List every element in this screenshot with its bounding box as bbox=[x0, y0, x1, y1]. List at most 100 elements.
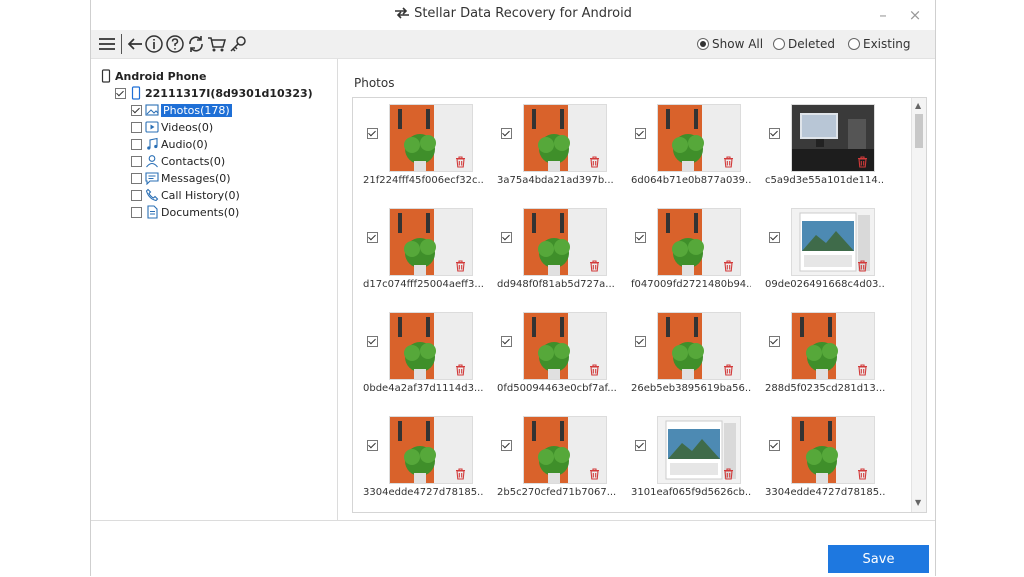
filter-existing[interactable]: Existing bbox=[848, 37, 911, 51]
help-icon[interactable] bbox=[164, 33, 186, 55]
filter-show-all[interactable]: Show All bbox=[697, 37, 763, 51]
info-icon[interactable] bbox=[143, 33, 165, 55]
tree-item-photos[interactable]: Photos(178) bbox=[131, 102, 232, 118]
photo-filename: f047009fd2721480b94... bbox=[631, 279, 751, 290]
photo-checkbox[interactable] bbox=[769, 440, 780, 451]
photo-item[interactable]: 3304edde4727d78185... bbox=[759, 412, 889, 508]
photo-checkbox[interactable] bbox=[501, 232, 512, 243]
photo-checkbox[interactable] bbox=[769, 232, 780, 243]
delete-icon[interactable] bbox=[723, 468, 734, 480]
delete-icon[interactable] bbox=[857, 364, 868, 376]
photo-checkbox[interactable] bbox=[367, 336, 378, 347]
photo-item[interactable]: 26eb5eb3895619ba56... bbox=[625, 308, 755, 404]
footer: Save bbox=[91, 520, 935, 577]
photo-item[interactable]: 21f224fff45f006ecf32c... bbox=[357, 100, 487, 196]
delete-icon[interactable] bbox=[455, 468, 466, 480]
photo-item[interactable]: f047009fd2721480b94... bbox=[625, 204, 755, 300]
delete-icon[interactable] bbox=[589, 260, 600, 272]
photo-grid: 21f224fff45f006ecf32c... 3a75a4bda21ad397… bbox=[352, 97, 927, 513]
delete-icon[interactable] bbox=[455, 156, 466, 168]
photo-filename: 288d5f0235cd281d13... bbox=[765, 383, 885, 394]
tree-device[interactable]: 22111317I(8d9301d10323) bbox=[115, 85, 313, 101]
photo-checkbox[interactable] bbox=[769, 336, 780, 347]
tree-item-messages[interactable]: Messages(0) bbox=[131, 170, 231, 186]
delete-icon[interactable] bbox=[589, 364, 600, 376]
tree-item-label: Videos(0) bbox=[161, 120, 214, 134]
photo-checkbox[interactable] bbox=[501, 128, 512, 139]
panel-title: Photos bbox=[354, 76, 395, 90]
vertical-scrollbar[interactable]: ▲ ▼ bbox=[911, 98, 926, 512]
message-icon bbox=[145, 172, 159, 185]
photo-filename: 09de026491668c4d03... bbox=[765, 279, 885, 290]
filter-deleted[interactable]: Deleted bbox=[773, 37, 835, 51]
document-icon bbox=[147, 205, 158, 219]
photo-item[interactable]: 288d5f0235cd281d13... bbox=[759, 308, 889, 404]
device-checkbox[interactable] bbox=[115, 87, 126, 99]
delete-icon[interactable] bbox=[455, 364, 466, 376]
scroll-up-icon[interactable]: ▲ bbox=[915, 101, 921, 110]
photo-checkbox[interactable] bbox=[367, 128, 378, 139]
photo-checkbox[interactable] bbox=[367, 440, 378, 451]
title-bar: Stellar Data Recovery for Android – × bbox=[91, 0, 935, 30]
photo-checkbox[interactable] bbox=[635, 336, 646, 347]
delete-icon[interactable] bbox=[589, 156, 600, 168]
radio-show-all[interactable] bbox=[697, 38, 709, 50]
photo-item[interactable]: 0fd50094463e0cbf7af... bbox=[491, 308, 621, 404]
photo-checkbox[interactable] bbox=[635, 440, 646, 451]
call-history-checkbox[interactable] bbox=[131, 189, 142, 201]
save-button[interactable]: Save bbox=[828, 545, 929, 573]
delete-icon[interactable] bbox=[857, 260, 868, 272]
key-icon[interactable] bbox=[227, 33, 249, 55]
delete-icon[interactable] bbox=[857, 468, 868, 480]
refresh-icon[interactable] bbox=[185, 33, 207, 55]
photo-item[interactable]: 3101eaf065f9d5626cb... bbox=[625, 412, 755, 508]
messages-checkbox[interactable] bbox=[131, 172, 142, 184]
menu-icon[interactable] bbox=[96, 33, 118, 55]
delete-icon[interactable] bbox=[723, 260, 734, 272]
delete-icon[interactable] bbox=[723, 156, 734, 168]
device-icon bbox=[131, 86, 141, 100]
delete-icon[interactable] bbox=[589, 468, 600, 480]
photo-checkbox[interactable] bbox=[501, 440, 512, 451]
photo-filename: 3a75a4bda21ad397b... bbox=[497, 175, 614, 186]
tree-item-audio[interactable]: Audio(0) bbox=[131, 136, 208, 152]
tree-item-documents[interactable]: Documents(0) bbox=[131, 204, 239, 220]
photo-item[interactable]: 3a75a4bda21ad397b... bbox=[491, 100, 621, 196]
photo-item[interactable]: d17c074fff25004aeff3... bbox=[357, 204, 487, 300]
scrollbar-thumb[interactable] bbox=[915, 114, 923, 148]
app-window: Stellar Data Recovery for Android – × Sh… bbox=[90, 0, 936, 577]
radio-existing[interactable] bbox=[848, 38, 860, 50]
photos-checkbox[interactable] bbox=[131, 104, 142, 116]
delete-icon[interactable] bbox=[857, 156, 868, 168]
photo-item[interactable]: dd948f0f81ab5d727a... bbox=[491, 204, 621, 300]
photo-checkbox[interactable] bbox=[501, 336, 512, 347]
documents-checkbox[interactable] bbox=[131, 206, 142, 218]
audio-checkbox[interactable] bbox=[131, 138, 142, 150]
scroll-down-icon[interactable]: ▼ bbox=[915, 498, 921, 507]
photo-filename: 3304edde4727d78185... bbox=[765, 487, 885, 498]
photo-filename: 26eb5eb3895619ba56... bbox=[631, 383, 751, 394]
photo-item[interactable]: 09de026491668c4d03... bbox=[759, 204, 889, 300]
cart-icon[interactable] bbox=[206, 33, 228, 55]
tree-root-label: Android Phone bbox=[115, 69, 207, 83]
minimize-button[interactable]: – bbox=[868, 4, 898, 26]
photo-item[interactable]: 6d064b71e0b877a039... bbox=[625, 100, 755, 196]
close-button[interactable]: × bbox=[900, 4, 930, 26]
photo-checkbox[interactable] bbox=[769, 128, 780, 139]
videos-checkbox[interactable] bbox=[131, 121, 142, 133]
photo-item[interactable]: 2b5c270cfed71b7067... bbox=[491, 412, 621, 508]
photo-checkbox[interactable] bbox=[367, 232, 378, 243]
tree-item-contacts[interactable]: Contacts(0) bbox=[131, 153, 225, 169]
delete-icon[interactable] bbox=[455, 260, 466, 272]
photo-item[interactable]: c5a9d3e55a101de114... bbox=[759, 100, 889, 196]
delete-icon[interactable] bbox=[723, 364, 734, 376]
contacts-checkbox[interactable] bbox=[131, 155, 142, 167]
tree-root[interactable]: Android Phone bbox=[99, 68, 206, 84]
photo-checkbox[interactable] bbox=[635, 128, 646, 139]
photo-item[interactable]: 0bde4a2af37d1114d3... bbox=[357, 308, 487, 404]
tree-item-videos[interactable]: Videos(0) bbox=[131, 119, 213, 135]
tree-item-call-history[interactable]: Call History(0) bbox=[131, 187, 240, 203]
radio-deleted[interactable] bbox=[773, 38, 785, 50]
photo-item[interactable]: 3304edde4727d78185... bbox=[357, 412, 487, 508]
photo-checkbox[interactable] bbox=[635, 232, 646, 243]
